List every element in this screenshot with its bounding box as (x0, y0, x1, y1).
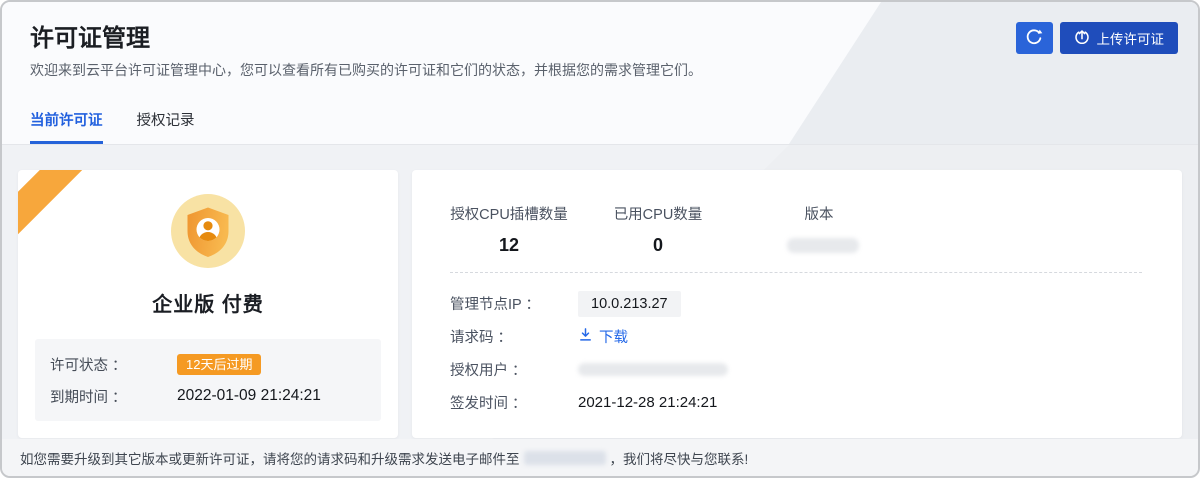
license-summary-card: 企业版 付费 许可状态 ： 12天后过期 到期时间 ： 2022-01-09 2… (18, 170, 398, 438)
stats-row: 授权CPU插槽数量 12 已用CPU数量 0 版本 (450, 170, 1182, 258)
license-status-box: 许可状态 ： 12天后过期 到期时间 ： 2022-01-09 21:24:21 (35, 339, 381, 421)
license-detail-card: 授权CPU插槽数量 12 已用CPU数量 0 版本 管理节点IP ： 10.0.… (412, 170, 1182, 438)
footer-note: 如您需要升级到其它版本或更新许可证，请将您的请求码和升级需求发送电子邮件至 ，我… (2, 439, 1198, 476)
download-request-code-link[interactable]: 下载 (578, 326, 628, 347)
license-management-window: 许可证管理 欢迎来到云平台许可证管理中心，您可以查看所有已购买的许可证和它们的状… (0, 0, 1200, 478)
redacted-version-value (787, 238, 859, 253)
page-header: 许可证管理 欢迎来到云平台许可证管理中心，您可以查看所有已购买的许可证和它们的状… (2, 2, 1198, 145)
tab-authorization-records[interactable]: 授权记录 (137, 109, 195, 144)
request-code-label: 请求码 ： (450, 326, 578, 347)
stat-label: 已用CPU数量 (612, 203, 704, 224)
issue-time-label: 签发时间 ： (450, 392, 578, 413)
license-status-label: 许可状态 ： (50, 354, 177, 375)
header-actions: 上传许可证 (1016, 22, 1179, 54)
issue-time-row: 签发时间 ： 2021-12-28 21:24:21 (450, 386, 1182, 419)
shield-user-icon (171, 194, 245, 268)
authorized-user-label: 授权用户 ： (450, 359, 578, 380)
license-edition: 企业版 付费 (18, 288, 398, 317)
authorized-user-row: 授权用户 ： (450, 353, 1182, 386)
stat-label: 版本 (787, 203, 851, 224)
detail-rows: 管理节点IP ： 10.0.213.27 请求码 ： 下载 (450, 287, 1182, 419)
stat-version: 版本 (787, 203, 851, 258)
download-icon (578, 327, 593, 346)
stat-value: 12 (450, 235, 568, 256)
management-node-ip-row: 管理节点IP ： 10.0.213.27 (450, 287, 1182, 320)
stat-value: 0 (612, 235, 704, 256)
expiry-time-row: 到期时间 ： 2022-01-09 21:24:21 (50, 383, 366, 409)
stat-label: 授权CPU插槽数量 (450, 203, 568, 224)
refresh-button[interactable] (1016, 22, 1053, 54)
page-title: 许可证管理 (30, 18, 150, 53)
upload-license-button[interactable]: 上传许可证 (1060, 22, 1179, 54)
request-code-row: 请求码 ： 下载 (450, 320, 1182, 353)
stat-authorized-cpu-slots: 授权CPU插槽数量 12 (450, 203, 568, 258)
upload-button-label: 上传许可证 (1097, 28, 1165, 48)
expiry-badge: 12天后过期 (177, 354, 261, 375)
corner-ribbon (18, 170, 96, 241)
redacted-email (524, 451, 606, 465)
management-node-ip-label: 管理节点IP ： (450, 293, 578, 314)
page-subtitle: 欢迎来到云平台许可证管理中心，您可以查看所有已购买的许可证和它们的状态，并根据您… (30, 60, 702, 80)
download-link-label: 下载 (599, 326, 628, 347)
expiry-time-label: 到期时间 ： (50, 386, 177, 407)
tab-bar: 当前许可证 授权记录 (30, 109, 195, 144)
dashed-divider (450, 272, 1142, 273)
expiry-time-value: 2022-01-09 21:24:21 (177, 387, 321, 405)
management-node-ip-value: 10.0.213.27 (578, 291, 681, 317)
upload-icon (1074, 29, 1090, 48)
footer-text-after: ，我们将尽快与您联系! (610, 448, 749, 468)
license-status-row: 许可状态 ： 12天后过期 (50, 351, 366, 377)
content-area: 企业版 付费 许可状态 ： 12天后过期 到期时间 ： 2022-01-09 2… (2, 145, 1198, 439)
footer-text-before: 如您需要升级到其它版本或更新许可证，请将您的请求码和升级需求发送电子邮件至 (20, 448, 520, 468)
refresh-icon (1025, 28, 1043, 49)
redacted-authorized-user-value (578, 363, 728, 376)
issue-time-value: 2021-12-28 21:24:21 (578, 394, 717, 411)
stat-used-cpu: 已用CPU数量 0 (612, 203, 704, 258)
tab-current-license[interactable]: 当前许可证 (30, 109, 103, 144)
